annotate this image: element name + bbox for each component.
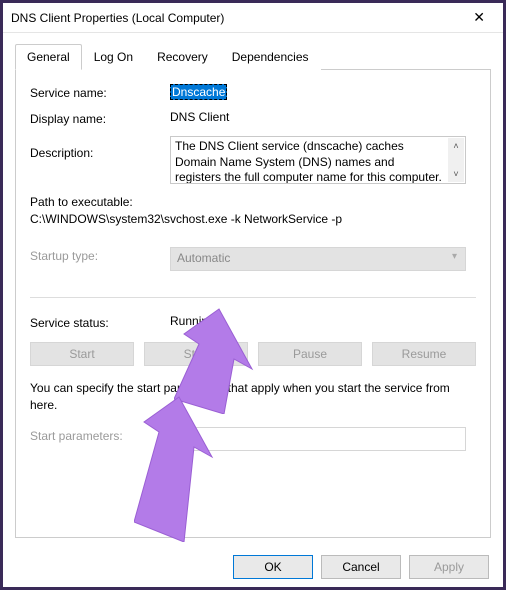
description-text: The DNS Client service (dnscache) caches… (175, 139, 461, 184)
display-name-value: DNS Client (170, 110, 229, 124)
display-name-label: Display name: (30, 110, 170, 126)
tab-dependencies[interactable]: Dependencies (220, 44, 321, 70)
close-icon[interactable]: ✕ (463, 5, 495, 30)
start-params-input (170, 427, 466, 451)
pause-button: Pause (258, 342, 362, 366)
cancel-button[interactable]: Cancel (321, 555, 401, 579)
scroll-down-icon[interactable]: ˅ (448, 166, 464, 182)
tab-recovery[interactable]: Recovery (145, 44, 220, 70)
titlebar: DNS Client Properties (Local Computer) ✕ (3, 3, 503, 33)
tab-panel-general: Service name: Dnscache Display name: DNS… (15, 70, 491, 538)
window-title: DNS Client Properties (Local Computer) (11, 11, 224, 25)
tab-log-on[interactable]: Log On (82, 44, 145, 70)
start-params-label: Start parameters: (30, 427, 170, 443)
service-name-label: Service name: (30, 84, 170, 100)
service-status-value: Running (170, 314, 215, 328)
tab-general[interactable]: General (15, 44, 82, 70)
annotation-arrow-status (134, 392, 234, 542)
service-status-label: Service status: (30, 314, 170, 330)
path-label: Path to executable: (30, 194, 476, 211)
description-textbox[interactable]: The DNS Client service (dnscache) caches… (170, 136, 466, 184)
dialog-button-row: OK Cancel Apply (233, 555, 489, 579)
stop-button: Stop (144, 342, 248, 366)
path-value: C:\WINDOWS\system32\svchost.exe -k Netwo… (30, 211, 476, 228)
tab-strip: General Log On Recovery Dependencies (15, 43, 491, 70)
start-params-help: You can specify the start parameters tha… (30, 380, 476, 414)
startup-type-value: Automatic (177, 251, 230, 265)
description-label: Description: (30, 136, 170, 160)
resume-button: Resume (372, 342, 476, 366)
separator (30, 297, 476, 298)
start-button: Start (30, 342, 134, 366)
scroll-up-icon[interactable]: ˄ (448, 138, 464, 154)
apply-button: Apply (409, 555, 489, 579)
ok-button[interactable]: OK (233, 555, 313, 579)
description-scrollbar[interactable]: ˄ ˅ (448, 138, 464, 182)
dialog-content: General Log On Recovery Dependencies Ser… (3, 33, 503, 540)
startup-type-label: Startup type: (30, 247, 170, 263)
startup-type-dropdown: Automatic (170, 247, 466, 271)
service-name-value[interactable]: Dnscache (170, 84, 227, 100)
